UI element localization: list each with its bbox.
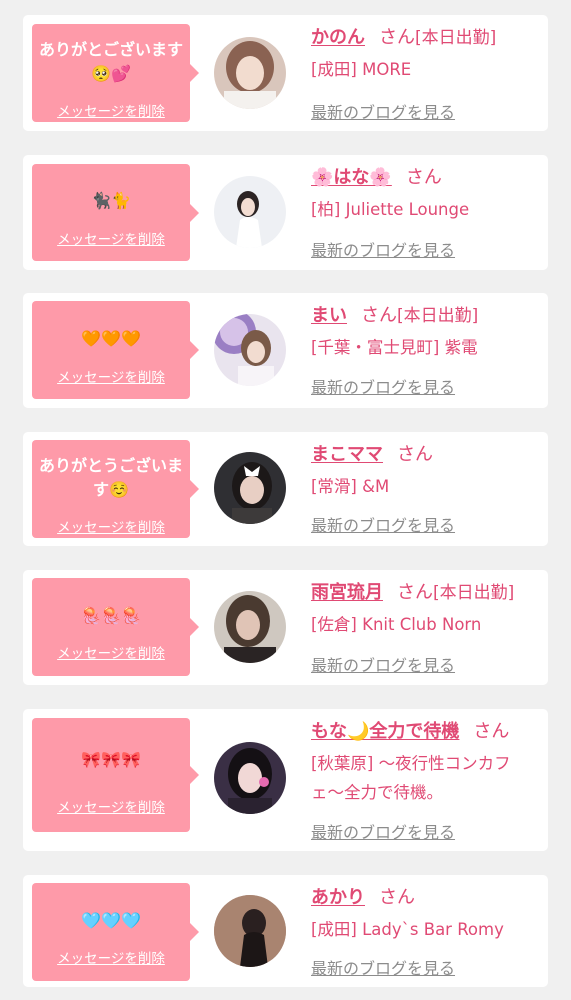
cast-name-link[interactable]: まこママ (311, 444, 383, 465)
cast-info: かのん さん[本日出勤] [成田] MORE (311, 25, 534, 84)
message-text: 🎀🎀🎀 (81, 750, 141, 769)
delete-message-link[interactable]: メッセージを削除 (32, 516, 190, 536)
cast-info: もな🌙全力で待機 さん [秋葉原] 〜夜行性コンカフェ〜全力で待機。 (311, 719, 534, 807)
latest-blog-link[interactable]: 最新のブログを見る (311, 374, 455, 398)
san-suffix: さん (397, 444, 433, 465)
work-status: [本日出勤] (433, 583, 515, 603)
avatar[interactable] (214, 895, 286, 967)
favorite-card: ありがとうございます☺️ メッセージを削除 まこママ さん [常滑] &M 最新の… (23, 432, 548, 546)
cast-name-link[interactable]: かのん (311, 27, 365, 48)
cast-info: まい さん[本日出勤] [千葉・富士見町] 紫電 (311, 303, 534, 362)
delete-message-link[interactable]: メッセージを削除 (32, 642, 190, 662)
cast-info: 🌸はな🌸 さん [柏] Juliette Lounge (311, 165, 534, 224)
message-bubble: 🧡🧡🧡 メッセージを削除 (32, 301, 199, 399)
work-status: [本日出勤] (415, 28, 497, 48)
cast-info: あかり さん [成田] Lady`s Bar Romy (311, 885, 534, 944)
message-text: 🪼🪼🪼 (81, 606, 141, 625)
avatar[interactable] (214, 37, 286, 109)
san-suffix: さん (379, 27, 415, 48)
delete-message-link[interactable]: メッセージを削除 (32, 100, 190, 120)
avatar[interactable] (214, 452, 286, 524)
message-bubble: ありがとございます🥺💕 メッセージを削除 (32, 24, 199, 122)
latest-blog-link[interactable]: 最新のブログを見る (311, 99, 455, 123)
shop-info: [秋葉原] 〜夜行性コンカフェ〜全力で待機。 (311, 754, 511, 802)
delete-message-link[interactable]: メッセージを削除 (32, 796, 190, 816)
cast-name-link[interactable]: 雨宮琉月 (311, 582, 383, 603)
shop-info: [常滑] &M (311, 477, 390, 496)
cast-name-link[interactable]: もな🌙全力で待機 (311, 721, 459, 742)
latest-blog-link[interactable]: 最新のブログを見る (311, 955, 455, 979)
favorite-card: ありがとございます🥺💕 メッセージを削除 かのん さん[本日出勤] [成田] MO… (23, 15, 548, 131)
cast-info: 雨宮琉月 さん[本日出勤] [佐倉] Knit Club Norn (311, 580, 534, 639)
avatar[interactable] (214, 314, 286, 386)
shop-info: [佐倉] Knit Club Norn (311, 615, 482, 634)
message-text: 🐈‍⬛🐈 (91, 191, 131, 210)
cast-name-link[interactable]: まい (311, 305, 347, 326)
shop-info: [柏] Juliette Lounge (311, 200, 470, 219)
message-text: ありがとうございます☺️ (38, 456, 183, 499)
latest-blog-link[interactable]: 最新のブログを見る (311, 819, 455, 843)
latest-blog-link[interactable]: 最新のブログを見る (311, 652, 455, 676)
cast-name-link[interactable]: あかり (311, 887, 365, 908)
favorite-card: 🪼🪼🪼 メッセージを削除 雨宮琉月 さん[本日出勤] [佐倉] Knit Club… (23, 570, 548, 685)
shop-info: [成田] Lady`s Bar Romy (311, 920, 504, 939)
favorite-card: 🎀🎀🎀 メッセージを削除 もな🌙全力で待機 さん [秋葉原] 〜夜行性コンカフェ〜… (23, 709, 548, 851)
cast-name-link[interactable]: 🌸はな🌸 (311, 167, 392, 188)
avatar[interactable] (214, 591, 286, 663)
avatar[interactable] (214, 742, 286, 814)
shop-info: [千葉・富士見町] 紫電 (311, 338, 478, 357)
message-text: 🩵🩵🩵 (81, 911, 141, 930)
work-status: [本日出勤] (397, 306, 479, 326)
delete-message-link[interactable]: メッセージを削除 (32, 947, 190, 967)
delete-message-link[interactable]: メッセージを削除 (32, 228, 190, 248)
san-suffix: さん (379, 887, 415, 908)
message-bubble: 🐈‍⬛🐈 メッセージを削除 (32, 164, 199, 261)
latest-blog-link[interactable]: 最新のブログを見る (311, 512, 455, 536)
san-suffix: さん (473, 721, 510, 742)
favorite-card: 🐈‍⬛🐈 メッセージを削除 🌸はな🌸 さん [柏] Juliette Lounge… (23, 155, 548, 270)
cast-info: まこママ さん [常滑] &M (311, 442, 534, 501)
message-bubble: ありがとうございます☺️ メッセージを削除 (32, 440, 199, 538)
favorite-card: 🩵🩵🩵 メッセージを削除 あかり さん [成田] Lady`s Bar Romy … (23, 875, 548, 987)
shop-info: [成田] MORE (311, 60, 412, 79)
san-suffix: さん (405, 167, 442, 188)
latest-blog-link[interactable]: 最新のブログを見る (311, 237, 455, 261)
message-bubble: 🪼🪼🪼 メッセージを削除 (32, 578, 199, 676)
message-text: ありがとございます🥺💕 (38, 40, 183, 83)
favorite-card: 🧡🧡🧡 メッセージを削除 まい さん[本日出勤] [千葉・富士見町] 紫電 最新の… (23, 293, 548, 408)
san-suffix: さん (361, 305, 397, 326)
message-text: 🧡🧡🧡 (81, 329, 141, 348)
avatar[interactable] (214, 176, 286, 248)
message-bubble: 🎀🎀🎀 メッセージを削除 (32, 718, 199, 832)
message-bubble: 🩵🩵🩵 メッセージを削除 (32, 883, 199, 981)
san-suffix: さん (397, 582, 433, 603)
delete-message-link[interactable]: メッセージを削除 (32, 366, 190, 386)
